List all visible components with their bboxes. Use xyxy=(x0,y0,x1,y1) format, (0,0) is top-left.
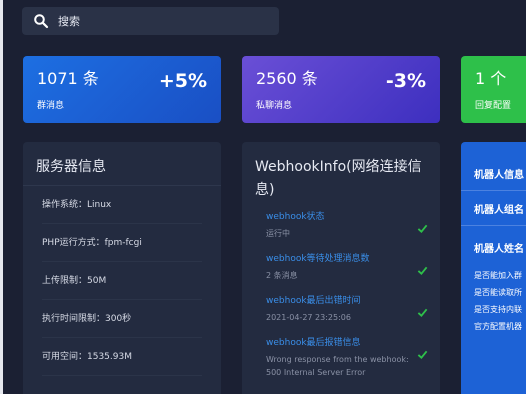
stat-card-reply-config[interactable]: 1 个 回复配置 xyxy=(461,56,526,123)
server-info-row: PHP运行方式：fpm-fcgi xyxy=(42,224,202,262)
panel-title: WebhookInfo(网络连接信息) xyxy=(255,159,422,198)
robot-info-line: 是否支持内联 xyxy=(474,305,522,314)
stat-change: -3% xyxy=(385,70,426,92)
stat-count: 1 个 xyxy=(475,69,507,88)
search-bar[interactable]: 搜索 xyxy=(22,7,279,35)
webhook-item-value: 2021-04-27 23:25:06 xyxy=(266,313,351,322)
webhook-item-value: Wrong response from the webhook: xyxy=(266,355,409,364)
server-info-panel: 服务器信息 操作系统：Linux PHP运行方式：fpm-fcgi 上传限制：5… xyxy=(23,142,221,394)
robot-info-panel: 机器人信息 机器人组名 机器人姓名 是否能加入群 是否能读取所 是否支持内联 官… xyxy=(461,142,526,394)
robot-info-line: 是否能加入群 xyxy=(474,271,522,280)
webhook-item-value: 运行中 xyxy=(266,229,290,238)
webhook-info-item: webhook最后出错时间 2021-04-27 23:25:06 xyxy=(242,295,440,337)
check-icon xyxy=(417,224,428,234)
robot-name-heading: 机器人姓名 xyxy=(474,244,524,255)
panel-title: 服务器信息 xyxy=(23,142,221,186)
search-icon xyxy=(34,14,49,29)
stat-card-private-messages[interactable]: 2560 条 私聊消息 -3% xyxy=(242,56,440,123)
webhook-item-key[interactable]: webhook状态 xyxy=(266,211,440,224)
stat-change: +5% xyxy=(158,70,207,92)
webhook-info-item: webhook等待处理消息数 2 条消息 xyxy=(242,253,440,295)
webhook-info-item: webhook状态 运行中 xyxy=(242,211,440,253)
webhook-item-value: 500 Internal Server Error xyxy=(266,368,366,377)
divider xyxy=(461,225,526,226)
robot-info-line: 官方配置机器 xyxy=(474,322,522,331)
stat-label: 群消息 xyxy=(37,101,65,111)
webhook-item-value: 2 条消息 xyxy=(266,271,298,280)
check-icon xyxy=(417,308,428,318)
robot-info-heading: 机器人信息 xyxy=(474,170,524,181)
stat-card-group-messages[interactable]: 1071 条 群消息 +5% xyxy=(23,56,221,123)
server-info-row: 上传限制：50M xyxy=(42,262,202,300)
search-input[interactable]: 搜索 xyxy=(58,13,80,29)
server-info-row: 操作系统：Linux xyxy=(42,186,202,224)
check-icon xyxy=(417,266,428,276)
divider xyxy=(461,190,526,191)
stat-label: 回复配置 xyxy=(475,101,512,111)
webhook-info-panel: WebhookInfo(网络连接信息) webhook状态 运行中 webhoo… xyxy=(242,142,440,394)
robot-group-heading: 机器人组名 xyxy=(474,205,524,216)
check-icon xyxy=(417,350,428,360)
robot-info-line: 是否能读取所 xyxy=(474,288,522,297)
stat-label: 私聊消息 xyxy=(256,101,293,111)
webhook-item-key[interactable]: webhook等待处理消息数 xyxy=(266,253,440,266)
webhook-item-key[interactable]: webhook最后出错时间 xyxy=(266,295,440,308)
webhook-info-item: webhook最后报错信息 Wrong response from the we… xyxy=(242,337,440,379)
left-edge-strip xyxy=(0,0,3,394)
webhook-item-key[interactable]: webhook最后报错信息 xyxy=(266,337,440,350)
server-info-row: 执行时间限制：300秒 xyxy=(42,300,202,338)
server-info-row: 可用空间：1535.93M xyxy=(42,338,202,376)
